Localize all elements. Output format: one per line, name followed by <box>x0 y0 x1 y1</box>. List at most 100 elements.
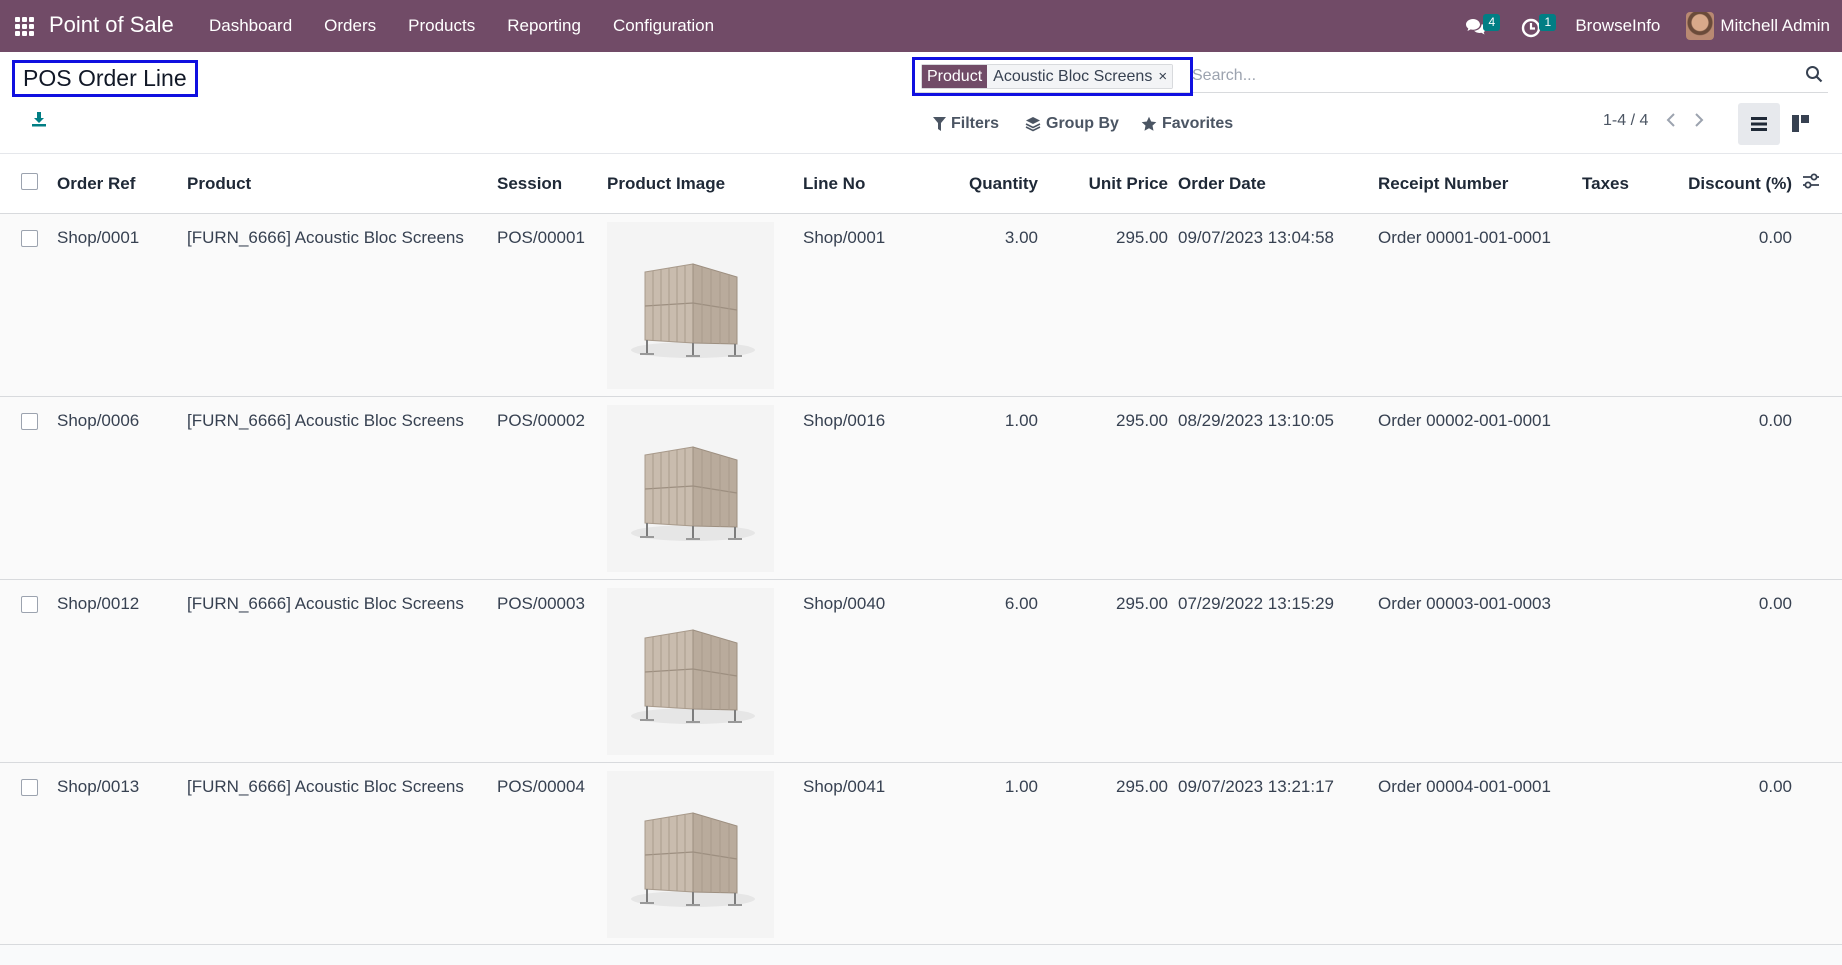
product-image <box>607 588 774 755</box>
cell-taxes <box>1582 580 1672 763</box>
page-title: POS Order Line <box>12 60 198 97</box>
product-image <box>607 771 774 938</box>
list-icon <box>1751 117 1767 131</box>
apps-menu-icon[interactable] <box>15 17 34 36</box>
column-discount[interactable]: Discount (%) <box>1672 154 1792 214</box>
top-navbar: Point of Sale Dashboard Orders Products … <box>0 0 1842 52</box>
clock-icon <box>1522 18 1541 38</box>
optional-columns-cell <box>1792 154 1842 214</box>
cell-receipt-number: Order 00001-001-0001 <box>1378 228 1551 247</box>
export-button[interactable] <box>31 111 51 131</box>
cell-discount: 0.00 <box>1758 777 1792 796</box>
cell-order-date: 09/07/2023 13:04:58 <box>1178 228 1334 247</box>
cell-line-no: Shop/0041 <box>803 777 886 796</box>
user-avatar <box>1686 12 1715 40</box>
cell-quantity: 6.00 <box>1004 594 1038 613</box>
filters-toggle[interactable]: Filters <box>933 113 999 135</box>
search-input[interactable] <box>1192 62 1792 90</box>
table-row[interactable]: Shop/0001 [FURN_6666] Acoustic Bloc Scre… <box>0 213 1842 397</box>
column-order-ref[interactable]: Order Ref <box>57 154 187 214</box>
cell-taxes <box>1582 214 1672 397</box>
cell-line-no: Shop/0016 <box>803 411 886 430</box>
search-facet-product[interactable]: Product Acoustic Bloc Screens × <box>921 64 1174 89</box>
cell-line-no: Shop/0001 <box>803 228 886 247</box>
product-image <box>607 405 774 572</box>
menu-dashboard[interactable]: Dashboard <box>193 0 308 52</box>
menu-products[interactable]: Products <box>392 0 491 52</box>
cell-product-image <box>607 763 803 946</box>
cell-product-image <box>607 214 803 397</box>
cell-quantity: 1.00 <box>1004 411 1038 430</box>
star-icon <box>1141 116 1157 131</box>
column-line-no[interactable]: Line No <box>803 154 923 214</box>
cell-spacer <box>1792 763 1842 946</box>
pager-next-button[interactable] <box>1693 110 1713 134</box>
product-image <box>607 222 774 389</box>
menu-reporting[interactable]: Reporting <box>491 0 597 52</box>
chevron-right-icon <box>1695 113 1704 127</box>
menu-orders[interactable]: Orders <box>308 0 392 52</box>
cell-discount: 0.00 <box>1758 228 1792 247</box>
cell-order-date: 09/07/2023 13:21:17 <box>1178 777 1334 796</box>
cell-session: POS/00001 <box>497 228 585 247</box>
cell-product: [FURN_6666] Acoustic Bloc Screens <box>187 228 464 247</box>
row-checkbox[interactable] <box>21 596 38 613</box>
column-quantity[interactable]: Quantity <box>923 154 1038 214</box>
messages-count-badge: 4 <box>1483 14 1501 31</box>
cell-quantity: 1.00 <box>1004 777 1038 796</box>
cell-discount: 0.00 <box>1758 411 1792 430</box>
cell-order-date: 08/29/2023 13:10:05 <box>1178 411 1334 430</box>
column-session[interactable]: Session <box>497 154 607 214</box>
column-receipt-number[interactable]: Receipt Number <box>1378 154 1582 214</box>
messages-button[interactable]: 4 <box>1463 13 1501 39</box>
pager-value[interactable]: 1-4 / 4 <box>1603 112 1648 130</box>
facet-remove-icon[interactable]: × <box>1158 65 1173 88</box>
column-product[interactable]: Product <box>187 154 497 214</box>
kanban-icon <box>1792 115 1809 132</box>
column-unit-price[interactable]: Unit Price <box>1038 154 1168 214</box>
row-select-cell <box>0 214 57 397</box>
table-header: Order Ref Product Session Product Image … <box>0 153 1842 214</box>
search-icon[interactable] <box>1805 65 1825 85</box>
row-checkbox[interactable] <box>21 230 38 247</box>
cell-order-date: 07/29/2022 13:15:29 <box>1178 594 1334 613</box>
row-select-cell <box>0 397 57 580</box>
cell-receipt-number: Order 00002-001-0001 <box>1378 411 1551 430</box>
list-view-button[interactable] <box>1738 103 1780 145</box>
menu-configuration[interactable]: Configuration <box>597 0 730 52</box>
table-row[interactable]: Shop/0012 [FURN_6666] Acoustic Bloc Scre… <box>0 579 1842 763</box>
cell-discount: 0.00 <box>1758 594 1792 613</box>
user-menu[interactable]: Mitchell Admin <box>1686 12 1830 40</box>
select-all-checkbox[interactable] <box>21 172 38 190</box>
table-row[interactable]: Shop/0006 [FURN_6666] Acoustic Bloc Scre… <box>0 396 1842 580</box>
cell-order-ref: Shop/0006 <box>57 411 140 430</box>
order-line-list: Order Ref Product Session Product Image … <box>0 153 1842 946</box>
column-taxes[interactable]: Taxes <box>1582 154 1672 214</box>
cell-product-image <box>607 397 803 580</box>
search-bar: Product Acoustic Bloc Screens × <box>912 57 1828 96</box>
row-select-cell <box>0 763 57 946</box>
cell-spacer <box>1792 580 1842 763</box>
group-by-toggle[interactable]: Group By <box>1025 113 1119 135</box>
column-order-date[interactable]: Order Date <box>1168 154 1378 214</box>
row-checkbox[interactable] <box>21 413 38 430</box>
cell-quantity: 3.00 <box>1004 228 1038 247</box>
cell-session: POS/00004 <box>497 777 585 796</box>
app-name[interactable]: Point of Sale <box>49 12 174 38</box>
kanban-view-button[interactable] <box>1780 103 1822 145</box>
cell-order-ref: Shop/0012 <box>57 594 140 613</box>
table-row[interactable]: Shop/0013 [FURN_6666] Acoustic Bloc Scre… <box>0 762 1842 946</box>
column-product-image[interactable]: Product Image <box>607 154 803 214</box>
cell-spacer <box>1792 397 1842 580</box>
cell-unit-price: 295.00 <box>1116 594 1168 613</box>
select-all-cell <box>0 154 57 214</box>
company-switcher[interactable]: BrowseInfo <box>1575 16 1660 36</box>
row-checkbox[interactable] <box>21 779 38 796</box>
pager-previous-button[interactable] <box>1665 110 1685 134</box>
activities-button[interactable]: 1 <box>1519 13 1557 39</box>
favorites-toggle[interactable]: Favorites <box>1141 113 1233 135</box>
column-settings-icon[interactable] <box>1802 173 1820 194</box>
user-name: Mitchell Admin <box>1720 16 1830 35</box>
cell-unit-price: 295.00 <box>1116 228 1168 247</box>
systray: 4 1 BrowseInfo Mitchell Admin <box>1463 0 1830 52</box>
